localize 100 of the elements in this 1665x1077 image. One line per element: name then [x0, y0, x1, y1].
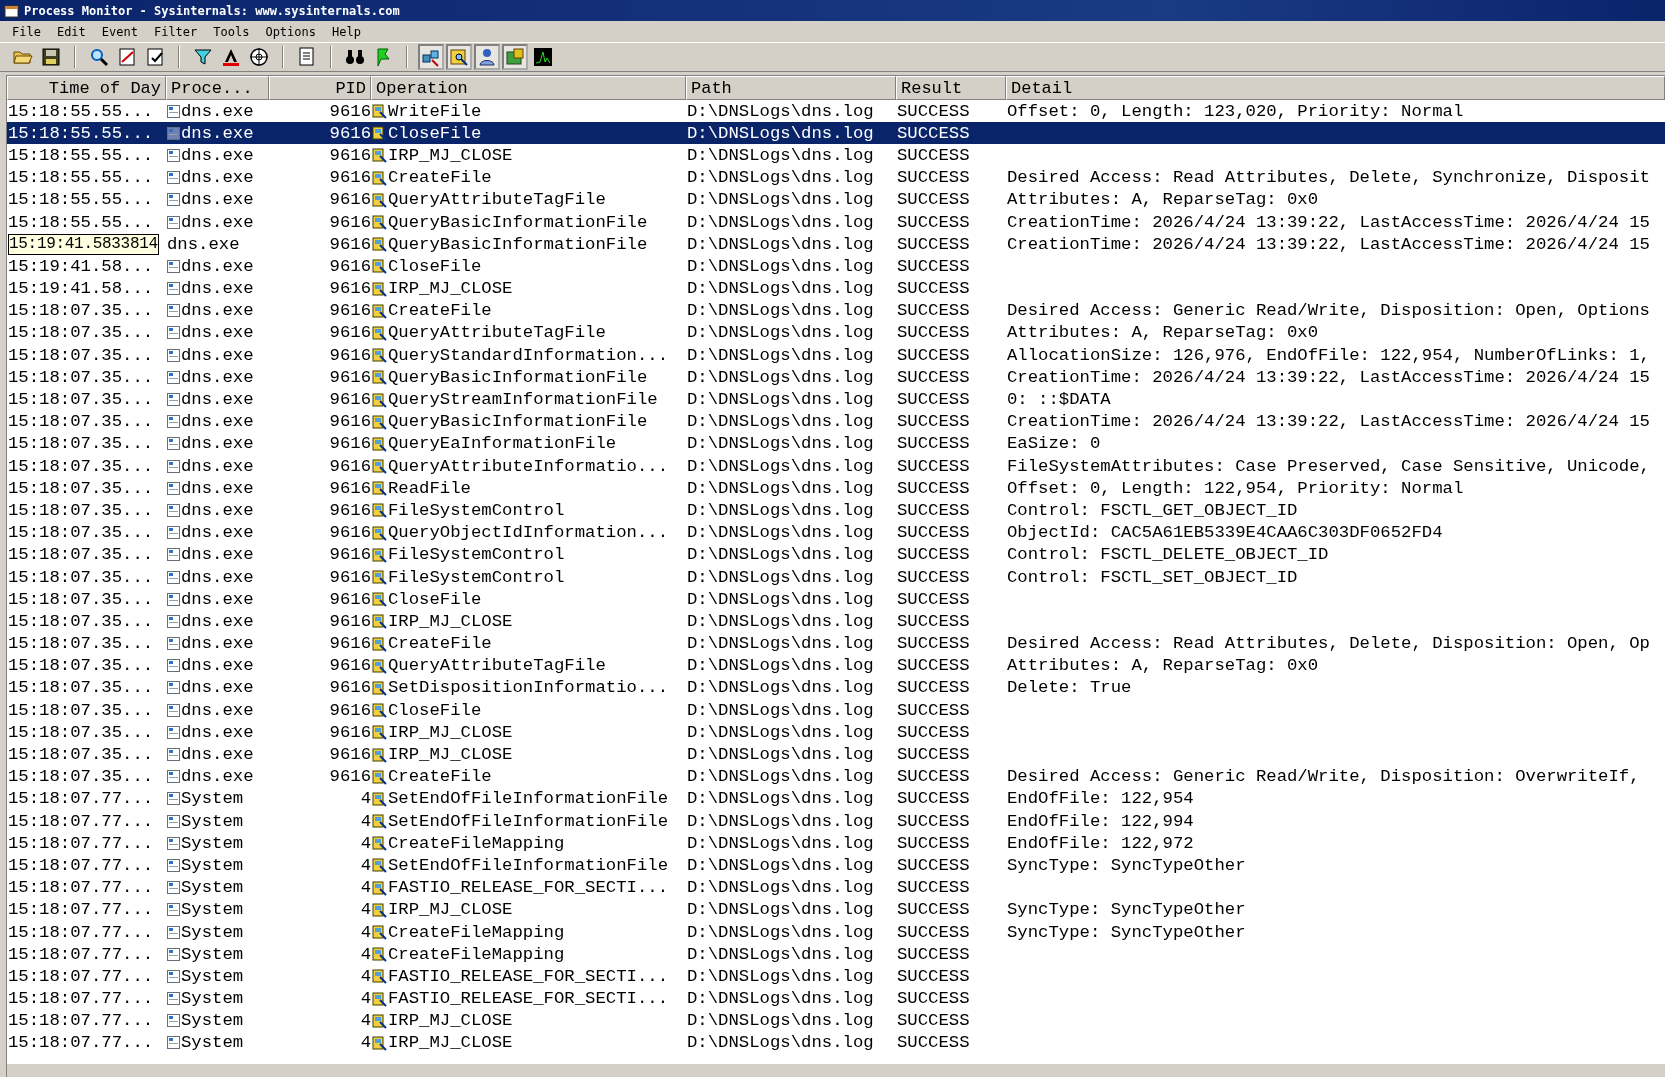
process-cell: dns.exe — [181, 522, 254, 544]
menu-item[interactable]: Filter — [147, 23, 204, 40]
file-system-icon — [372, 591, 387, 608]
selected-event-row[interactable]: 15:18:55.55... dns.exe 9616 CloseFile D:\DNSLogs\dns.log SUCCESS — [7, 122, 1665, 145]
path-cell: D:\DNSLogs\dns.log — [687, 721, 874, 743]
result-cell: SUCCESS — [897, 1032, 970, 1054]
process-cell: System — [181, 921, 244, 943]
process-cell: dns.exe — [181, 411, 254, 433]
window-icon — [167, 259, 180, 273]
column-header[interactable]: Operation — [371, 76, 686, 100]
time-cell: 15:18:07.35... — [8, 499, 154, 521]
toolbar-toggle-button[interactable] — [446, 44, 472, 70]
path-cell: D:\DNSLogs\dns.log — [687, 233, 874, 255]
path-cell: D:\DNSLogs\dns.log — [687, 1010, 874, 1032]
result-cell: SUCCESS — [897, 988, 970, 1010]
window-icon — [167, 881, 180, 895]
time-cell: 15:18:07.77... — [8, 877, 154, 899]
pid-cell: 4 — [360, 965, 371, 987]
column-header[interactable]: Proce... — [166, 76, 269, 100]
pid-cell: 4 — [360, 1010, 371, 1032]
window-icon — [167, 969, 180, 983]
pid-cell: 9616 — [329, 211, 371, 233]
process-cell: System — [181, 965, 244, 987]
magnifier-icon — [88, 46, 110, 68]
operation-cell: IRP_MJ_CLOSE — [388, 721, 513, 743]
result-cell: SUCCESS — [897, 677, 970, 699]
window-icon — [167, 437, 180, 451]
page-with-cross-mark-icon — [116, 46, 138, 68]
path-cell: D:\DNSLogs\dns.log — [687, 411, 874, 433]
window-icon — [167, 748, 180, 762]
process-cell: System — [181, 854, 244, 876]
path-cell: D:\DNSLogs\dns.log — [687, 455, 874, 477]
process-cell: dns.exe — [181, 366, 254, 388]
operation-cell: QueryStreamInformationFile — [388, 389, 658, 411]
window-icon — [167, 637, 180, 651]
menu-item[interactable]: Help — [326, 23, 367, 40]
pid-cell: 9616 — [329, 721, 371, 743]
time-cell: 15:18:07.35... — [8, 411, 154, 433]
column-header[interactable]: Path — [686, 76, 896, 100]
operation-cell: SetEndOfFileInformationFile — [388, 788, 668, 810]
time-cell: 15:18:07.35... — [8, 455, 154, 477]
path-cell: D:\DNSLogs\dns.log — [687, 255, 874, 277]
column-header[interactable]: Time of Day — [7, 76, 166, 100]
window-icon — [167, 548, 180, 562]
time-cell: 15:18:55.55... — [8, 122, 154, 144]
time-cell: 15:18:07.35... — [8, 610, 154, 632]
time-cell: 15:18:07.35... — [8, 721, 154, 743]
menu-item[interactable]: Event — [95, 23, 144, 40]
column-header[interactable]: PID — [269, 76, 371, 100]
time-cell: 15:18:07.77... — [8, 943, 154, 965]
file-system-icon — [372, 236, 387, 253]
detail-cell: Attributes: A, ReparseTag: 0x0 — [1007, 322, 1319, 344]
time-cell: 15:18:55.55... — [8, 100, 154, 122]
detail-cell: CreationTime: 2026/4/24 13:39:22, LastAccessTime: 2026/4/24 15 — [1007, 366, 1650, 388]
process-cell: System — [181, 1032, 244, 1054]
process-cell: System — [181, 943, 244, 965]
operation-cell: CreateFileMapping — [388, 921, 565, 943]
menu-item[interactable]: Edit — [50, 23, 92, 40]
operation-cell: SetEndOfFileInformationFile — [388, 810, 668, 832]
window-icon — [167, 814, 180, 828]
result-cell: SUCCESS — [897, 189, 970, 211]
time-cell: 15:18:07.35... — [8, 544, 154, 566]
detail-cell: Control: FSCTL_SET_OBJECT_ID — [1007, 566, 1298, 588]
process-cell: dns.exe — [181, 766, 254, 788]
time-cell: 15:18:55.55... — [8, 144, 154, 166]
process-cell: dns.exe — [181, 344, 254, 366]
operation-cell: CreateFile — [388, 766, 492, 788]
path-cell: D:\DNSLogs\dns.log — [687, 122, 874, 144]
menu-item[interactable]: Tools — [207, 23, 256, 40]
menu-item[interactable]: File — [6, 23, 47, 40]
process-cell: dns.exe — [181, 167, 254, 189]
path-cell: D:\DNSLogs\dns.log — [687, 810, 874, 832]
result-cell: SUCCESS — [897, 1010, 970, 1032]
horizontal-scrollbar[interactable] — [7, 1063, 1665, 1077]
operation-cell: ReadFile — [388, 477, 471, 499]
pid-cell: 9616 — [329, 588, 371, 610]
file-system-icon — [372, 369, 387, 386]
file-system-icon — [372, 901, 387, 918]
time-cell: 15:18:07.35... — [8, 699, 154, 721]
result-cell: SUCCESS — [897, 788, 970, 810]
path-cell: D:\DNSLogs\dns.log — [687, 366, 874, 388]
column-header[interactable]: Detail — [1006, 76, 1665, 100]
path-cell: D:\DNSLogs\dns.log — [687, 877, 874, 899]
menu-item[interactable]: Options — [259, 23, 322, 40]
detail-cell: Control: FSCTL_GET_OBJECT_ID — [1007, 499, 1298, 521]
operation-cell: QueryAttributeTagFile — [388, 189, 606, 211]
file-system-icon — [372, 879, 387, 896]
pid-cell: 9616 — [329, 366, 371, 388]
process-cell: System — [181, 899, 244, 921]
window-icon — [167, 459, 180, 473]
window-icon — [167, 370, 180, 384]
crosshair-icon — [248, 46, 270, 68]
operation-cell: CloseFile — [388, 699, 482, 721]
column-header[interactable]: Result — [896, 76, 1006, 100]
process-cell: dns.exe — [181, 610, 254, 632]
process-cell: dns.exe — [181, 633, 254, 655]
result-cell: SUCCESS — [897, 433, 970, 455]
process-cell: dns.exe — [181, 189, 254, 211]
result-cell: SUCCESS — [897, 477, 970, 499]
result-cell: SUCCESS — [897, 943, 970, 965]
